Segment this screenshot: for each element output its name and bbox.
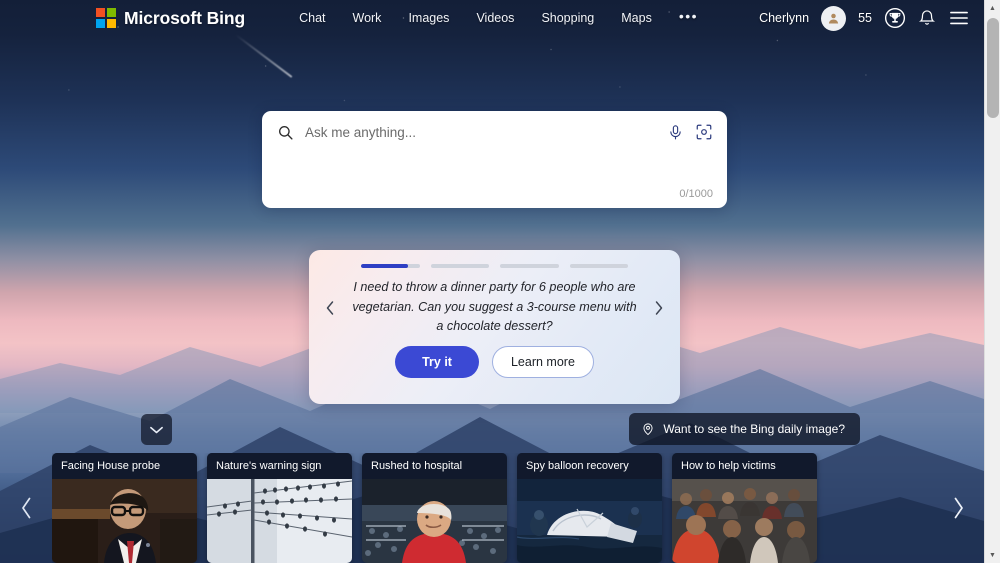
- voice-search-button[interactable]: [667, 124, 684, 141]
- progress-segment-2[interactable]: [430, 264, 489, 268]
- nav-item-videos[interactable]: Videos: [476, 12, 514, 25]
- feed-chevron-left-icon: [21, 497, 30, 519]
- visual-search-button[interactable]: [695, 123, 713, 141]
- carousel-next-button[interactable]: [644, 299, 674, 317]
- nav-item-chat[interactable]: Chat: [299, 12, 325, 25]
- suggestion-text: I need to throw a dinner party for 6 peo…: [352, 279, 637, 334]
- carousel-body: I need to throw a dinner party for 6 peo…: [309, 268, 680, 348]
- nav-item-images[interactable]: Images: [408, 12, 449, 25]
- top-navigation-bar: Microsoft Bing Chat Work Images Videos S…: [0, 0, 984, 36]
- learn-more-button[interactable]: Learn more: [491, 345, 594, 378]
- news-card-image: [672, 479, 817, 563]
- news-card[interactable]: How to help victims: [672, 453, 817, 563]
- nav-item-work[interactable]: Work: [353, 12, 382, 25]
- microphone-icon: [670, 124, 681, 139]
- scrollbar-thumb[interactable]: [987, 18, 999, 118]
- search-box: 0/1000: [262, 111, 727, 208]
- news-card-image: [52, 479, 197, 563]
- carousel-progress: [309, 250, 680, 268]
- header-right-cluster: Cherlynn 55: [759, 5, 970, 31]
- try-it-button[interactable]: Try it: [395, 345, 479, 378]
- rewards-trophy-button[interactable]: [884, 7, 906, 29]
- location-pin-icon: [643, 423, 653, 436]
- news-card-image: [517, 479, 662, 563]
- chevron-down-icon: [150, 426, 163, 433]
- avatar[interactable]: [821, 5, 847, 31]
- camera-lens-icon: [696, 124, 712, 140]
- news-card-title: Spy balloon recovery: [517, 453, 662, 479]
- news-card[interactable]: Facing House probe: [52, 453, 197, 563]
- daily-image-button[interactable]: Want to see the Bing daily image?: [629, 413, 860, 445]
- main-nav: Chat Work Images Videos Shopping Maps ••…: [299, 9, 698, 27]
- character-counter: 0/1000: [679, 188, 713, 200]
- suggestion-carousel-card: I need to throw a dinner party for 6 peo…: [309, 250, 680, 404]
- carousel-prev-button[interactable]: [315, 299, 345, 317]
- nav-item-maps[interactable]: Maps: [621, 12, 652, 25]
- reward-points-count: 55: [858, 11, 872, 25]
- birds-on-wires-photo: [207, 479, 352, 563]
- chevron-right-icon: [655, 300, 663, 315]
- vertical-scrollbar[interactable]: ▲ ▼: [984, 0, 1000, 563]
- card-action-buttons: Try it Learn more: [309, 345, 680, 378]
- progress-segment-1[interactable]: [361, 264, 420, 268]
- progress-segment-3[interactable]: [500, 264, 559, 268]
- news-card[interactable]: Rushed to hospital: [362, 453, 507, 563]
- bell-icon: [918, 10, 936, 25]
- user-name-label: Cherlynn: [759, 11, 810, 25]
- notifications-button[interactable]: [918, 9, 936, 27]
- daily-image-label: Want to see the Bing daily image?: [663, 422, 845, 436]
- progress-segment-4[interactable]: [569, 264, 628, 268]
- news-card-image: [362, 479, 507, 563]
- news-card-title: Rushed to hospital: [362, 453, 507, 479]
- news-card[interactable]: Spy balloon recovery: [517, 453, 662, 563]
- hearing-room-photo: [52, 479, 197, 563]
- news-card-title: How to help victims: [672, 453, 817, 479]
- bing-homepage: Microsoft Bing Chat Work Images Videos S…: [0, 0, 1000, 563]
- feed-chevron-right-icon: [954, 497, 963, 519]
- search-input[interactable]: [305, 124, 656, 140]
- trophy-icon: [884, 7, 906, 29]
- stadium-photo: [362, 479, 507, 563]
- bing-brand-logo[interactable]: Microsoft Bing: [96, 8, 245, 29]
- user-avatar-icon: [828, 13, 839, 23]
- news-feed: Facing House probe Nature's warning sign…: [0, 453, 984, 563]
- chevron-left-icon: [326, 300, 334, 315]
- scroll-up-button[interactable]: ▲: [985, 0, 1000, 16]
- feed-collapse-button[interactable]: [141, 414, 172, 445]
- news-card-list: Facing House probe Nature's warning sign…: [52, 453, 932, 563]
- search-icon: [279, 125, 293, 140]
- feed-next-button[interactable]: [932, 453, 984, 563]
- microsoft-logo-icon: [96, 8, 116, 28]
- nav-more-icon[interactable]: •••: [679, 9, 698, 27]
- sea-recovery-photo: [517, 479, 662, 563]
- search-tools: [667, 123, 713, 141]
- nav-item-shopping[interactable]: Shopping: [541, 12, 594, 25]
- feed-prev-button[interactable]: [0, 453, 52, 563]
- news-card-title: Nature's warning sign: [207, 453, 352, 479]
- hamburger-menu-button[interactable]: [948, 9, 970, 27]
- scroll-down-button[interactable]: ▼: [985, 547, 1000, 563]
- search-input-row: [262, 111, 727, 153]
- news-card-image: [207, 479, 352, 563]
- brand-name: Microsoft Bing: [124, 7, 246, 28]
- news-card[interactable]: Nature's warning sign: [207, 453, 352, 563]
- crowd-photo: [672, 479, 817, 563]
- hamburger-icon: [950, 11, 968, 25]
- news-card-title: Facing House probe: [52, 453, 197, 479]
